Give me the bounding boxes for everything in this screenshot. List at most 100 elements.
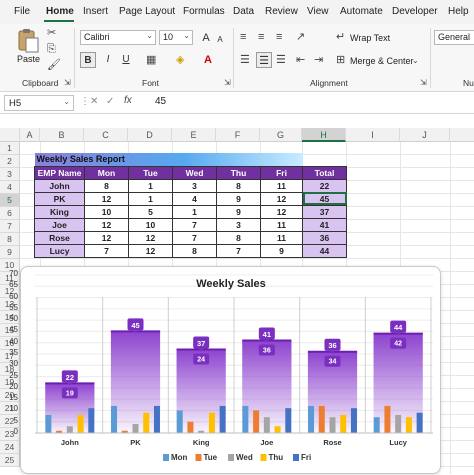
row-header[interactable]: 5 — [0, 194, 20, 207]
value-cell[interactable]: 8 — [84, 178, 129, 193]
employee-name-cell[interactable]: Lucy — [34, 243, 85, 258]
shrink-font-button[interactable]: A — [212, 32, 228, 48]
value-cell[interactable]: 10 — [84, 204, 129, 219]
spreadsheet-grid[interactable]: A B C D E F G H I J 1 2 3 4 5 6 7 8 9 10 11 12 13 14 1… — [0, 114, 474, 474]
value-cell[interactable]: 1 — [172, 204, 217, 219]
insert-function-button[interactable]: fx — [124, 95, 132, 106]
tab-review[interactable]: Review — [265, 6, 298, 17]
tab-data[interactable]: Data — [233, 6, 254, 17]
column-header[interactable]: D — [128, 128, 172, 142]
column-header[interactable]: E — [172, 128, 216, 142]
format-painter-icon[interactable]: 🖌 — [47, 58, 61, 72]
value-cell[interactable]: 12 — [128, 243, 173, 258]
tab-help[interactable]: Help — [448, 6, 469, 17]
wrap-text-button[interactable]: Wrap Text — [350, 33, 390, 43]
font-size-combo[interactable]: 10 ⌄ — [159, 30, 193, 45]
row-header[interactable]: 7 — [0, 220, 20, 233]
value-cell[interactable]: 12 — [260, 191, 303, 206]
value-cell[interactable]: 7 — [216, 243, 261, 258]
total-cell[interactable]: 37 — [302, 204, 347, 219]
decrease-indent-icon[interactable]: ⇤ — [296, 53, 305, 67]
number-format-combo[interactable]: General — [434, 30, 474, 45]
value-cell[interactable]: 7 — [172, 217, 217, 232]
orientation-icon[interactable]: ↗ — [296, 30, 305, 44]
table-header-cell[interactable]: Wed — [172, 165, 217, 180]
value-cell[interactable]: 10 — [128, 217, 173, 232]
column-header[interactable]: G — [260, 128, 302, 142]
paste-button[interactable] — [16, 28, 40, 54]
tab-view[interactable]: View — [307, 6, 329, 17]
table-title[interactable]: Weekly Sales Report — [34, 153, 303, 166]
font-color-icon[interactable]: A — [204, 53, 212, 67]
merge-center-button[interactable]: Merge & Center — [350, 56, 414, 66]
tab-automate[interactable]: Automate — [340, 6, 383, 17]
row-header[interactable]: 25 — [0, 454, 20, 467]
row-header[interactable]: 6 — [0, 207, 20, 220]
copy-icon[interactable]: ⎘ — [47, 42, 56, 56]
row-header[interactable]: 1 — [0, 142, 20, 155]
table-header-cell[interactable]: Fri — [260, 165, 303, 180]
align-center-icon[interactable]: ☰ — [256, 52, 272, 68]
tab-home[interactable]: Home — [46, 6, 74, 17]
value-cell[interactable]: 8 — [216, 178, 261, 193]
tab-file[interactable]: File — [14, 6, 30, 17]
tab-developer[interactable]: Developer — [392, 6, 438, 17]
cut-icon[interactable]: ✂ — [47, 26, 56, 40]
employee-name-cell[interactable]: PK — [34, 191, 85, 206]
row-header[interactable]: 8 — [0, 233, 20, 246]
value-cell[interactable]: 1 — [128, 191, 173, 206]
value-cell[interactable]: 11 — [260, 178, 303, 193]
total-cell[interactable]: 44 — [302, 243, 347, 258]
tab-page-layout[interactable]: Page Layout — [119, 6, 175, 17]
value-cell[interactable]: 12 — [260, 204, 303, 219]
formula-value[interactable]: 45 — [155, 96, 166, 107]
cancel-icon[interactable]: ✕ — [90, 96, 98, 107]
value-cell[interactable]: 12 — [84, 230, 129, 245]
select-all-corner[interactable] — [0, 128, 20, 142]
value-cell[interactable]: 7 — [84, 243, 129, 258]
align-bottom-icon[interactable]: ≡ — [276, 30, 282, 44]
weekly-sales-chart[interactable]: Weekly Sales 22 19 John 45 PK 37 24 King 41 36 Joe 3… — [20, 266, 441, 474]
column-header-selected[interactable]: H — [302, 128, 346, 142]
row-header[interactable]: 4 — [0, 181, 20, 194]
dialog-launcher-icon[interactable]: ⇲ — [224, 76, 231, 90]
column-header[interactable]: A — [20, 128, 40, 142]
value-cell[interactable]: 11 — [260, 230, 303, 245]
value-cell[interactable]: 12 — [84, 217, 129, 232]
row-header[interactable]: 9 — [0, 246, 20, 259]
bold-button[interactable]: B — [80, 52, 96, 68]
total-cell[interactable]: 36 — [302, 230, 347, 245]
total-cell[interactable]: 41 — [302, 217, 347, 232]
align-left-icon[interactable]: ☰ — [240, 53, 250, 67]
value-cell[interactable]: 9 — [216, 191, 261, 206]
align-middle-icon[interactable]: ≡ — [258, 30, 264, 44]
value-cell[interactable]: 11 — [260, 217, 303, 232]
value-cell[interactable]: 3 — [216, 217, 261, 232]
font-name-combo[interactable]: Calibri ⌄ — [80, 30, 156, 45]
value-cell[interactable]: 7 — [172, 230, 217, 245]
value-cell[interactable]: 5 — [128, 204, 173, 219]
enter-icon[interactable]: ✓ — [106, 96, 114, 107]
dialog-launcher-icon[interactable]: ⇲ — [420, 76, 427, 90]
value-cell[interactable]: 9 — [260, 243, 303, 258]
wrap-text-icon[interactable]: ↵ — [336, 30, 345, 44]
tab-insert[interactable]: Insert — [83, 6, 108, 17]
total-cell[interactable]: 45 — [302, 191, 347, 206]
column-header[interactable]: C — [84, 128, 128, 142]
borders-icon[interactable]: ▦ — [146, 53, 156, 67]
table-header-cell[interactable]: Mon — [84, 165, 129, 180]
table-header-cell[interactable]: Thu — [216, 165, 261, 180]
table-header-cell[interactable]: EMP Name — [34, 165, 85, 180]
value-cell[interactable]: 4 — [172, 191, 217, 206]
column-header[interactable]: I — [346, 128, 400, 142]
row-header[interactable]: 24 — [0, 441, 20, 454]
row-header[interactable]: 2 — [0, 155, 20, 168]
table-header-cell[interactable]: Total — [302, 165, 347, 180]
row-header[interactable]: 3 — [0, 168, 20, 181]
employee-name-cell[interactable]: Rose — [34, 230, 85, 245]
table-header-cell[interactable]: Tue — [128, 165, 173, 180]
italic-button[interactable]: I — [100, 52, 116, 68]
underline-button[interactable]: U — [118, 52, 134, 68]
value-cell[interactable]: 1 — [128, 178, 173, 193]
column-header[interactable]: B — [40, 128, 84, 142]
